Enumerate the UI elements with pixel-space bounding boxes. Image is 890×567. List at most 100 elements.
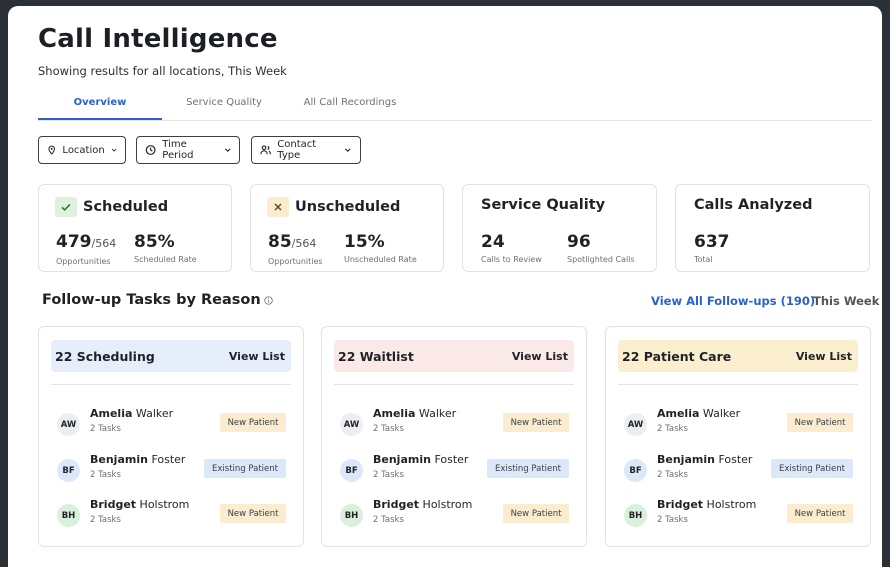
avatar: BF — [340, 459, 363, 482]
page-title: Call Intelligence — [38, 24, 278, 54]
service-quality-title: Service Quality — [481, 197, 606, 213]
avatar: BF — [57, 459, 80, 482]
call-intelligence-panel: Call Intelligence Showing results for al… — [8, 6, 882, 567]
spotlighted-calls-label: Spotlighted Calls — [567, 255, 635, 264]
info-icon[interactable] — [264, 295, 273, 305]
list-item[interactable]: BF Benjamin Foster 2 Tasks Existing Pati… — [340, 453, 570, 485]
map-pin-icon — [48, 145, 55, 155]
service-quality-card[interactable]: Service Quality 24 Calls to Review 96 Sp… — [462, 184, 657, 272]
unscheduled-total: /564 — [291, 237, 317, 250]
calls-analyzed-total-label: Total — [694, 255, 713, 264]
scheduled-rate-label: Scheduled Rate — [134, 255, 197, 264]
scheduled-card-header: Scheduled — [55, 197, 168, 217]
divider — [618, 384, 858, 385]
task-count: 2 Tasks — [90, 424, 121, 434]
contact-type-filter-label: Contact Type — [277, 139, 317, 161]
list-item[interactable]: BH Bridget Holstrom 2 Tasks New Patient — [340, 498, 570, 530]
waitlist-tasks-card: 22 Waitlist View List AW Amelia Walker 2… — [321, 326, 587, 547]
avatar: AW — [340, 413, 363, 436]
patient-name: Amelia Walker — [657, 407, 741, 420]
scheduling-view-list-button[interactable]: View List — [229, 350, 285, 363]
followups-title: Follow-up Tasks by Reason — [42, 292, 261, 308]
scheduling-card-title: 22 Scheduling — [55, 348, 155, 364]
time-period-filter[interactable]: Time Period — [136, 136, 240, 164]
scheduled-rate: 85% Scheduled Rate — [134, 233, 197, 264]
task-count: 2 Tasks — [373, 515, 404, 525]
calls-analyzed-title: Calls Analyzed — [694, 197, 813, 213]
unscheduled-card[interactable]: Unscheduled 85/564 Opportunities 15% Uns… — [250, 184, 444, 272]
calls-analyzed-total: 637 Total — [694, 233, 730, 264]
list-item[interactable]: BH Bridget Holstrom 2 Tasks New Patient — [624, 498, 854, 530]
followups-section-title: Follow-up Tasks by Reason — [42, 292, 273, 308]
scheduled-opportunities: 479/564 Opportunities — [56, 233, 116, 266]
patient-type-badge: New Patient — [787, 504, 853, 523]
waitlist-card-header: 22 Waitlist View List — [334, 340, 574, 372]
unscheduled-rate: 15% Unscheduled Rate — [344, 233, 417, 264]
list-item[interactable]: BH Bridget Holstrom 2 Tasks New Patient — [57, 498, 287, 530]
task-count: 2 Tasks — [90, 515, 121, 525]
avatar: BF — [624, 459, 647, 482]
contact-type-filter[interactable]: Contact Type — [251, 136, 361, 164]
location-filter-label: Location — [62, 144, 105, 156]
task-count: 2 Tasks — [373, 424, 404, 434]
patient-name: Benjamin Foster — [657, 453, 753, 466]
patient-type-badge: New Patient — [503, 504, 569, 523]
patient-care-view-list-button[interactable]: View List — [796, 350, 852, 363]
calls-analyzed-total-value: 637 — [694, 232, 730, 252]
divider — [51, 384, 291, 385]
divider — [334, 384, 574, 385]
calls-to-review-label: Calls to Review — [481, 255, 542, 264]
patient-name: Bridget Holstrom — [373, 498, 473, 511]
page-subtitle: Showing results for all locations, This … — [38, 64, 287, 78]
location-filter[interactable]: Location — [38, 136, 126, 164]
task-count: 2 Tasks — [657, 424, 688, 434]
list-item[interactable]: AW Amelia Walker 2 Tasks New Patient — [340, 407, 570, 439]
list-item[interactable]: BF Benjamin Foster 2 Tasks Existing Pati… — [57, 453, 287, 485]
unscheduled-rate-label: Unscheduled Rate — [344, 255, 417, 264]
view-all-followups-link[interactable]: View All Follow-ups (190) — [651, 294, 815, 308]
check-icon — [55, 197, 77, 217]
avatar: BH — [624, 504, 647, 527]
avatar: AW — [624, 413, 647, 436]
x-icon — [267, 197, 289, 217]
tab-overview[interactable]: Overview — [38, 96, 162, 120]
chevron-down-icon — [111, 148, 117, 152]
patient-name: Bridget Holstrom — [657, 498, 757, 511]
task-count: 2 Tasks — [657, 470, 688, 480]
waitlist-view-list-button[interactable]: View List — [512, 350, 568, 363]
patient-name: Amelia Walker — [90, 407, 174, 420]
scheduling-tasks-card: 22 Scheduling View List AW Amelia Walker… — [38, 326, 304, 547]
avatar: AW — [57, 413, 80, 436]
list-item[interactable]: AW Amelia Walker 2 Tasks New Patient — [624, 407, 854, 439]
patient-name: Bridget Holstrom — [90, 498, 190, 511]
patient-care-card-header: 22 Patient Care View List — [618, 340, 858, 372]
tab-service-quality[interactable]: Service Quality — [166, 96, 282, 118]
patient-name: Amelia Walker — [373, 407, 457, 420]
time-period-filter-label: Time Period — [162, 139, 194, 161]
followups-period: This Week — [813, 294, 880, 308]
patient-type-badge: New Patient — [220, 504, 286, 523]
scheduled-card[interactable]: Scheduled 479/564 Opportunities 85% Sche… — [38, 184, 232, 272]
list-item[interactable]: AW Amelia Walker 2 Tasks New Patient — [57, 407, 287, 439]
calls-analyzed-card[interactable]: Calls Analyzed 637 Total — [675, 184, 870, 272]
calls-to-review-value: 24 — [481, 232, 505, 252]
unscheduled-rate-value: 15% — [344, 232, 385, 252]
patient-care-card-title: 22 Patient Care — [622, 348, 732, 364]
waitlist-card-title: 22 Waitlist — [338, 348, 414, 364]
scheduling-card-header: 22 Scheduling View List — [51, 340, 291, 372]
chevron-down-icon — [345, 148, 351, 153]
patient-type-badge: Existing Patient — [204, 459, 286, 478]
calls-to-review: 24 Calls to Review — [481, 233, 542, 264]
tab-all-call-recordings[interactable]: All Call Recordings — [288, 96, 412, 118]
task-count: 2 Tasks — [373, 470, 404, 480]
patient-care-tasks-card: 22 Patient Care View List AW Amelia Walk… — [605, 326, 871, 547]
scheduled-count-label: Opportunities — [56, 257, 111, 266]
avatar: BH — [57, 504, 80, 527]
scheduled-title: Scheduled — [83, 199, 169, 215]
task-count: 2 Tasks — [657, 515, 688, 525]
unscheduled-count: 85 — [268, 232, 292, 252]
spotlighted-calls: 96 Spotlighted Calls — [567, 233, 635, 264]
list-item[interactable]: BF Benjamin Foster 2 Tasks Existing Pati… — [624, 453, 854, 485]
patient-name: Benjamin Foster — [90, 453, 186, 466]
clock-icon — [145, 145, 156, 155]
